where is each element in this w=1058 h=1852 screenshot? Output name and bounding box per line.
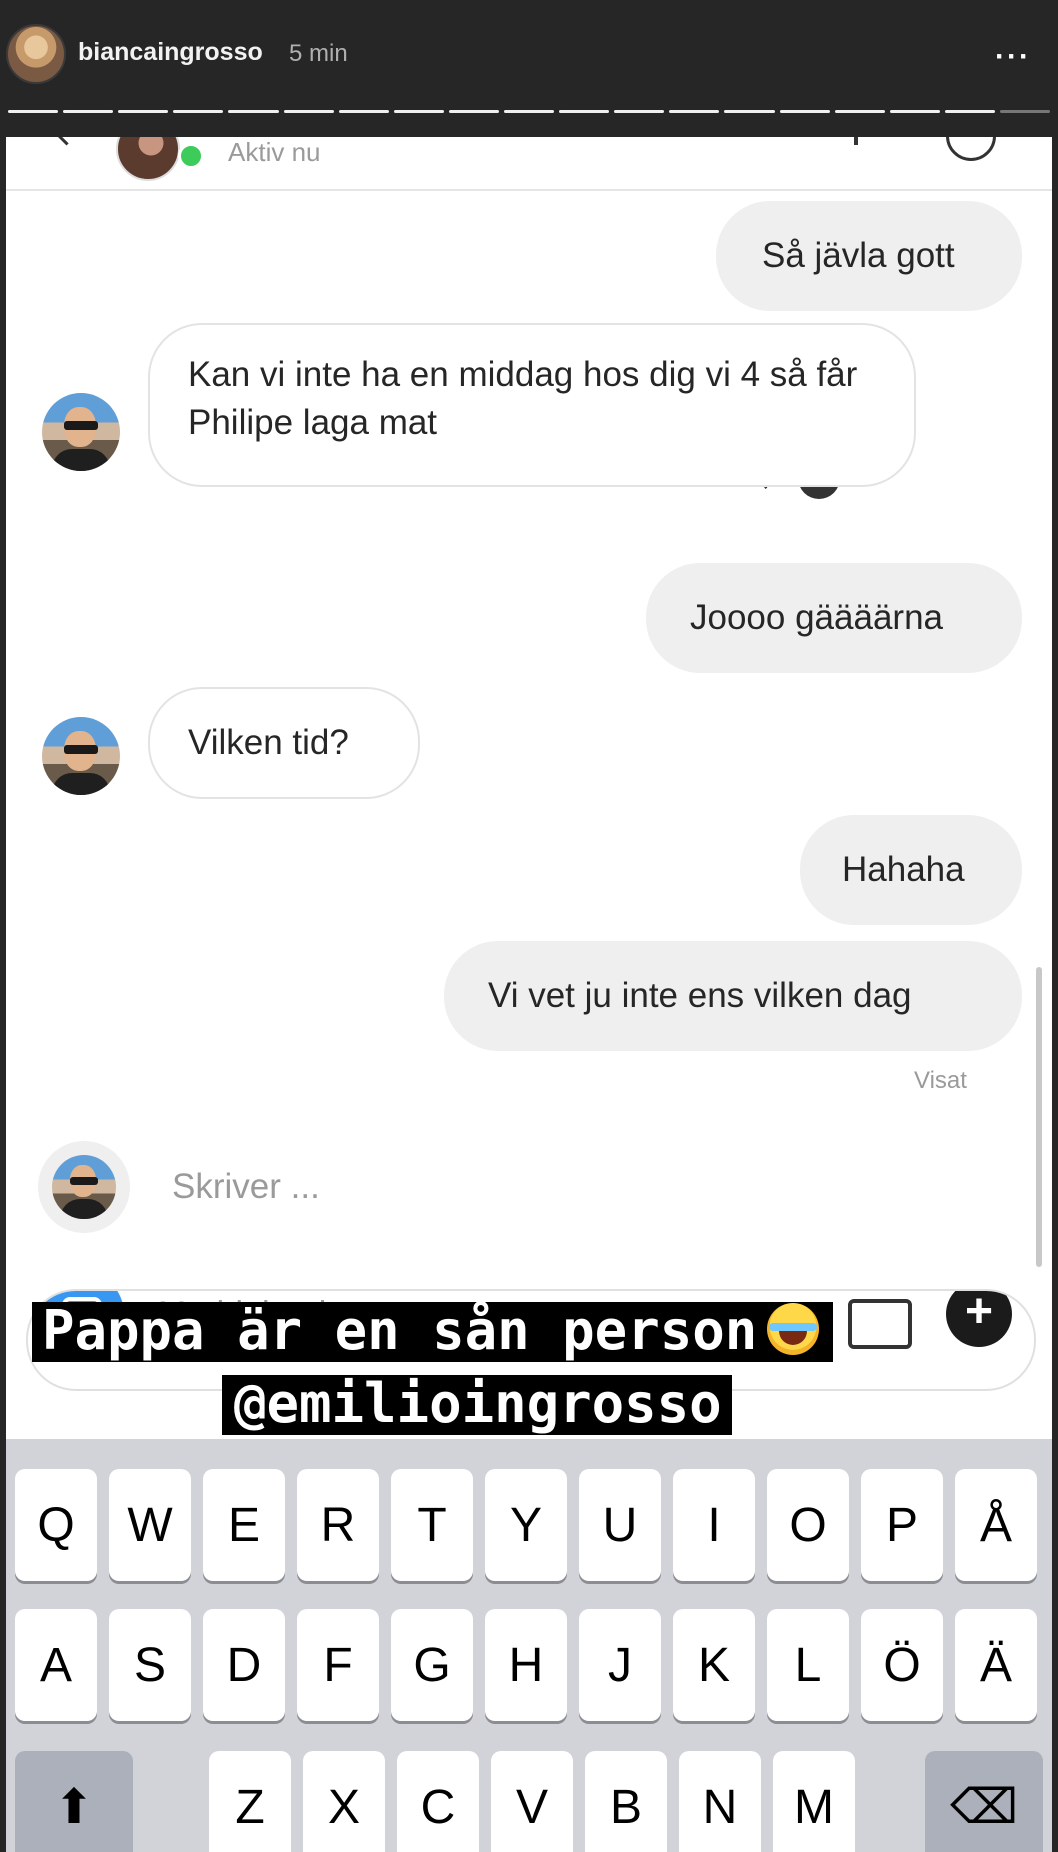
progress-segment bbox=[118, 110, 169, 113]
story-user-avatar[interactable] bbox=[6, 24, 66, 84]
story-caption: Pappa är en sån person bbox=[32, 1299, 834, 1362]
key-x[interactable]: X bbox=[303, 1751, 385, 1852]
keyboard: Q W E R T Y U I O P Å A S D F G H J K L Ö Ä ⬆ Z X C V B N M ⌫ bbox=[6, 1439, 1052, 1852]
progress-segment bbox=[889, 110, 940, 113]
seen-indicator: Visat bbox=[914, 1067, 967, 1094]
progress-segment bbox=[724, 110, 775, 113]
key-g[interactable]: G bbox=[391, 1609, 473, 1721]
progress-segment bbox=[503, 110, 555, 113]
story-progress-bars bbox=[8, 110, 1051, 113]
key-a[interactable]: A bbox=[15, 1609, 97, 1721]
progress-segment bbox=[669, 110, 720, 113]
progress-segment bbox=[999, 110, 1051, 113]
gallery-icon[interactable] bbox=[848, 1299, 912, 1349]
key-m[interactable]: M bbox=[773, 1751, 855, 1852]
key-r[interactable]: R bbox=[297, 1469, 379, 1581]
key-h[interactable]: H bbox=[485, 1609, 567, 1721]
progress-segment bbox=[944, 110, 995, 113]
progress-segment bbox=[559, 110, 610, 113]
message-bubble-incoming[interactable]: Kan vi inte ha en middag hos dig vi 4 så… bbox=[148, 323, 916, 487]
typing-avatar-wrapper bbox=[38, 1141, 130, 1233]
sender-avatar bbox=[52, 1155, 116, 1219]
key-f[interactable]: F bbox=[297, 1609, 379, 1721]
progress-segment bbox=[448, 110, 499, 113]
message-bubble-outgoing[interactable]: Hahaha bbox=[800, 815, 1022, 925]
key-e[interactable]: E bbox=[203, 1469, 285, 1581]
scrollbar[interactable] bbox=[1036, 967, 1042, 1267]
progress-segment bbox=[8, 110, 59, 113]
key-d[interactable]: D bbox=[203, 1609, 285, 1721]
progress-segment bbox=[393, 110, 444, 113]
back-chevron-icon[interactable] bbox=[54, 137, 79, 146]
tears-of-joy-emoji-icon bbox=[767, 1303, 820, 1355]
progress-segment bbox=[173, 110, 224, 113]
message-bubble-outgoing[interactable]: Joooo gäääärna bbox=[646, 563, 1022, 673]
active-status: Aktiv nu bbox=[228, 137, 321, 167]
mention-sticker[interactable]: @emilioingrosso bbox=[222, 1372, 732, 1439]
key-s[interactable]: S bbox=[109, 1609, 191, 1721]
key-v[interactable]: V bbox=[491, 1751, 573, 1852]
progress-segment bbox=[63, 110, 114, 113]
story-header: biancaingrosso 5 min ··· bbox=[0, 0, 1058, 135]
chat-header: Aktiv nu bbox=[6, 137, 1052, 191]
video-call-icon[interactable] bbox=[946, 137, 996, 161]
story-username[interactable]: biancaingrosso bbox=[78, 38, 263, 67]
online-status-dot bbox=[178, 143, 204, 169]
key-t[interactable]: T bbox=[391, 1469, 473, 1581]
key-b[interactable]: B bbox=[585, 1751, 667, 1852]
story-timestamp: 5 min bbox=[289, 40, 348, 67]
phone-call-icon[interactable] bbox=[854, 137, 858, 145]
message-bubble-incoming[interactable]: Vilken tid? bbox=[148, 687, 420, 799]
mention-text[interactable]: @emilioingrosso bbox=[234, 1372, 722, 1439]
key-j[interactable]: J bbox=[579, 1609, 661, 1721]
progress-segment bbox=[834, 110, 885, 113]
chat-contact-avatar[interactable] bbox=[116, 137, 180, 181]
key-ö[interactable]: Ö bbox=[861, 1609, 943, 1721]
caption-text: Pappa är en sån person bbox=[42, 1299, 758, 1362]
backspace-key-icon[interactable]: ⌫ bbox=[925, 1751, 1043, 1852]
key-y[interactable]: Y bbox=[485, 1469, 567, 1581]
key-z[interactable]: Z bbox=[209, 1751, 291, 1852]
typing-indicator: Skriver ... bbox=[172, 1167, 320, 1206]
key-ä[interactable]: Ä bbox=[955, 1609, 1037, 1721]
key-u[interactable]: U bbox=[579, 1469, 661, 1581]
progress-segment bbox=[338, 110, 389, 113]
key-w[interactable]: W bbox=[109, 1469, 191, 1581]
key-q[interactable]: Q bbox=[15, 1469, 97, 1581]
message-bubble-outgoing[interactable]: Vi vet ju inte ens vilken dag bbox=[444, 941, 1022, 1051]
progress-segment bbox=[228, 110, 279, 113]
key-å[interactable]: Å bbox=[955, 1469, 1037, 1581]
dm-screenshot: Aktiv nu Så jävla gott ♡ Kan vi inte ha … bbox=[6, 137, 1052, 1852]
progress-segment bbox=[614, 110, 665, 113]
sender-avatar[interactable] bbox=[42, 393, 120, 471]
add-button[interactable]: + bbox=[946, 1291, 1012, 1347]
progress-segment bbox=[283, 110, 334, 113]
shift-key-icon[interactable]: ⬆ bbox=[15, 1751, 133, 1852]
key-i[interactable]: I bbox=[673, 1469, 755, 1581]
progress-segment bbox=[779, 110, 830, 113]
key-c[interactable]: C bbox=[397, 1751, 479, 1852]
message-bubble-outgoing[interactable]: Så jävla gott bbox=[716, 201, 1022, 311]
key-o[interactable]: O bbox=[767, 1469, 849, 1581]
key-p[interactable]: P bbox=[861, 1469, 943, 1581]
sender-avatar[interactable] bbox=[42, 717, 120, 795]
key-k[interactable]: K bbox=[673, 1609, 755, 1721]
more-options-icon[interactable]: ··· bbox=[995, 40, 1031, 74]
key-n[interactable]: N bbox=[679, 1751, 761, 1852]
key-l[interactable]: L bbox=[767, 1609, 849, 1721]
